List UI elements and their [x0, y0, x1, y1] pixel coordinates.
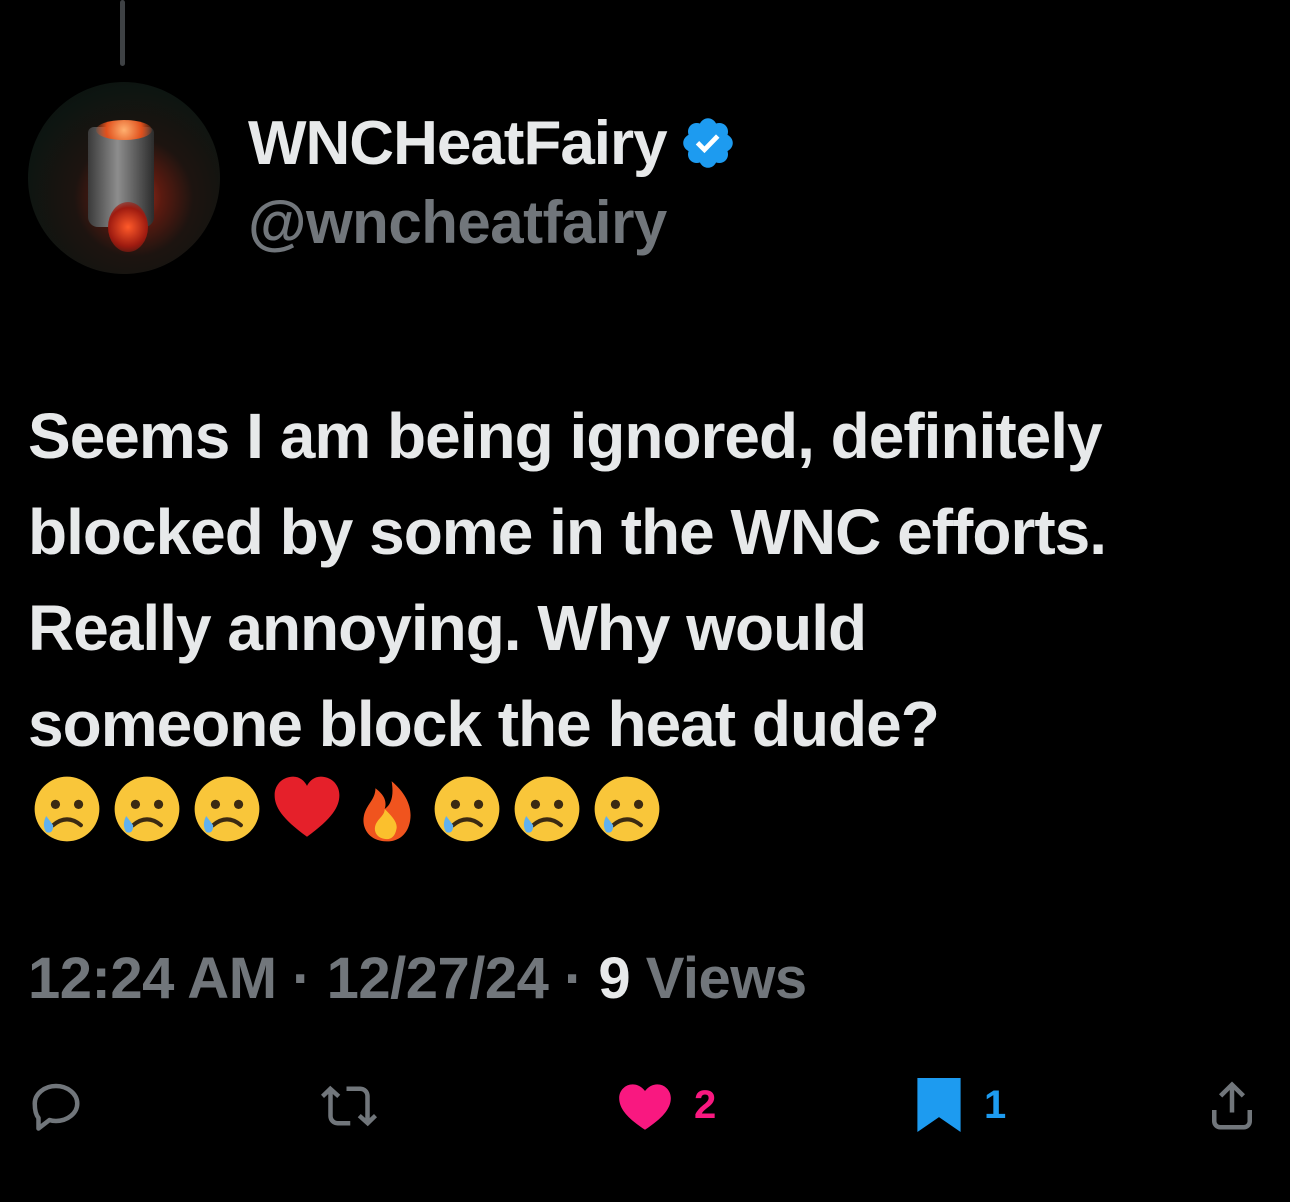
- crying-face-icon: [434, 776, 500, 842]
- bookmark-button[interactable]: 1: [912, 1072, 1006, 1138]
- reply-icon: [32, 1083, 80, 1131]
- verified-badge-icon: [682, 118, 733, 168]
- tweet-emoji-row: [30, 772, 664, 842]
- avatar-fire-image: [108, 202, 148, 252]
- share-icon: [1212, 1081, 1252, 1130]
- tweet-action-bar: 2 1: [0, 1070, 1290, 1140]
- tweet-meta: 12:24 AM · 12/27/24 · 9 Views: [28, 945, 807, 1012]
- tweet-text: Seems I am being ignored, definitely blo…: [28, 400, 1107, 760]
- repost-button[interactable]: [316, 1076, 382, 1136]
- tweet-time[interactable]: 12:24 AM: [28, 946, 277, 1011]
- meta-separator: ·: [548, 946, 599, 1011]
- crying-face-icon: [594, 776, 660, 842]
- views-count: 9: [598, 946, 631, 1011]
- author-handle[interactable]: @wncheatfairy: [248, 188, 667, 257]
- crying-face-icon: [114, 776, 180, 842]
- heart-icon: [619, 1084, 671, 1130]
- meta-separator: ·: [276, 946, 327, 1011]
- like-count: 2: [694, 1082, 717, 1127]
- crying-face-icon: [34, 776, 100, 842]
- avatar-glow-image: [96, 120, 152, 140]
- fire-icon: [363, 781, 411, 842]
- share-button[interactable]: [1202, 1074, 1262, 1136]
- thread-connector-line: [120, 0, 125, 66]
- avatar[interactable]: [28, 82, 220, 274]
- views-label: Views: [630, 946, 807, 1011]
- display-name[interactable]: WNCHeatFairy: [248, 108, 668, 179]
- crying-face-icon: [194, 776, 260, 842]
- author-name-row[interactable]: WNCHeatFairy: [248, 108, 737, 178]
- crying-face-icon: [514, 776, 580, 842]
- repost-icon: [321, 1085, 377, 1127]
- like-button[interactable]: 2: [614, 1074, 716, 1136]
- tweet-date[interactable]: 12/27/24: [327, 946, 549, 1011]
- reply-button[interactable]: [26, 1076, 86, 1136]
- bookmark-icon: [917, 1078, 961, 1132]
- bookmark-count: 1: [984, 1082, 1007, 1127]
- red-heart-icon: [274, 776, 340, 837]
